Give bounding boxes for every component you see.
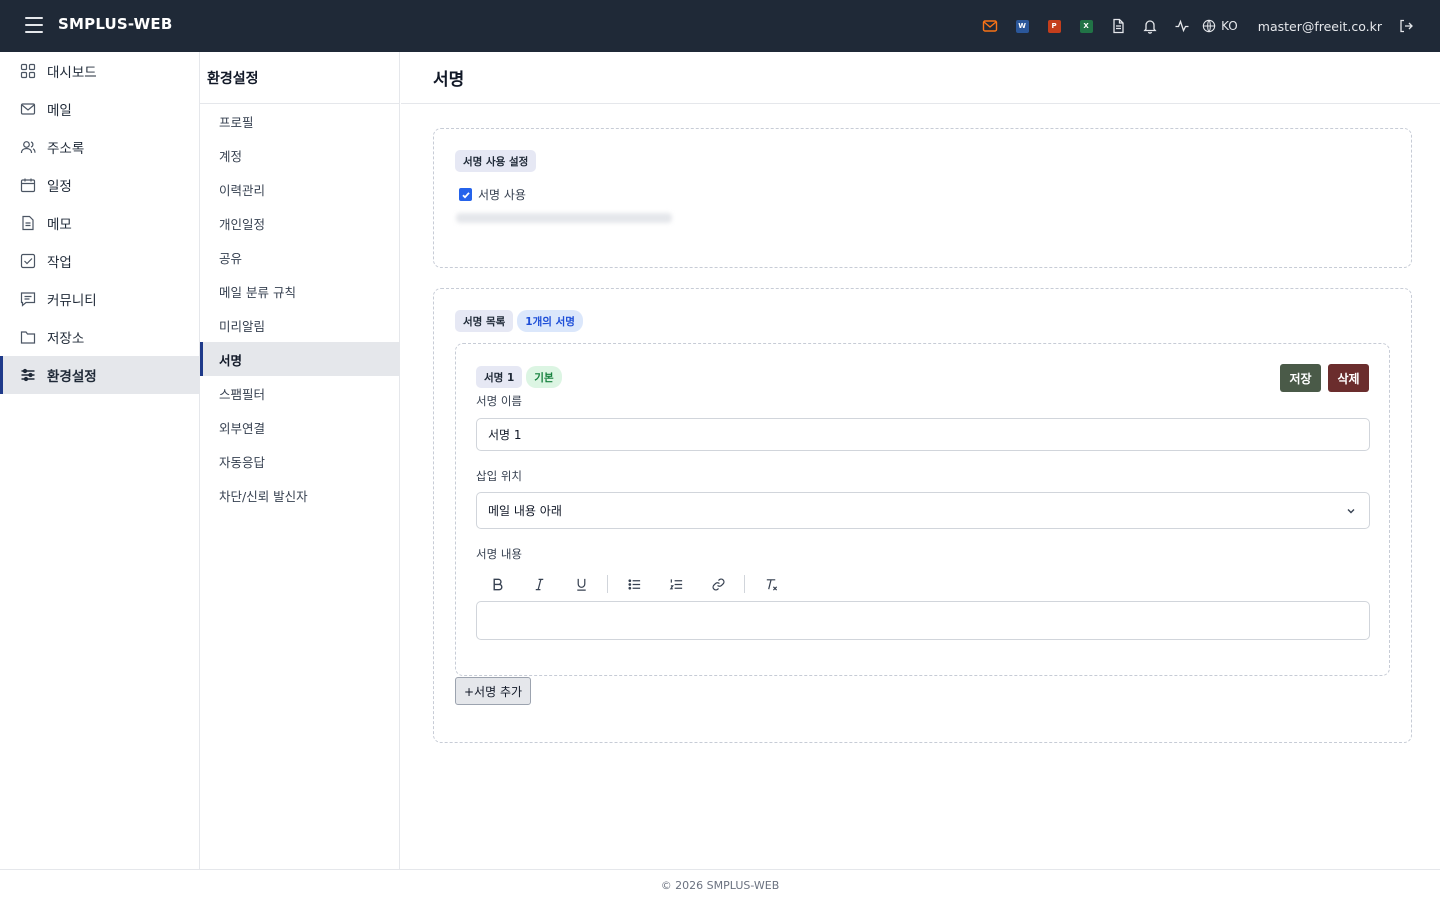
calendar-icon — [20, 177, 36, 193]
submenu-item-auto-reply[interactable]: 자동응답 — [200, 444, 399, 478]
signature-count-badge: 1개의 서명 — [517, 310, 583, 332]
bell-icon[interactable] — [1134, 10, 1166, 42]
sidebar-item-label: 메모 — [47, 217, 72, 233]
hamburger-menu-icon[interactable] — [25, 17, 43, 33]
footer: © 2026 SMPLUS-WEB — [0, 869, 1440, 900]
signature-list-badge: 서명 목록 — [455, 310, 514, 332]
submenu-item-reminders[interactable]: 미리알림 — [200, 308, 399, 342]
sidebar-item-contacts[interactable]: 주소록 — [0, 128, 199, 166]
task-icon — [20, 253, 36, 269]
submenu-item-sharing[interactable]: 공유 — [200, 240, 399, 274]
save-button[interactable]: 저장 — [1280, 364, 1321, 392]
sidebar-item-storage[interactable]: 저장소 — [0, 318, 199, 356]
numbered-list-icon[interactable] — [655, 570, 697, 598]
signature-name-label: 서명 이름 — [476, 394, 522, 408]
italic-icon[interactable] — [518, 570, 560, 598]
settings-submenu: 환경설정 프로필 계정 이력관리 개인일정 공유 메일 분류 규칙 미리알림 서… — [200, 52, 400, 869]
toolbar-separator — [744, 575, 745, 593]
blurred-help-text — [456, 213, 672, 223]
sidebar-item-settings[interactable]: 환경설정 — [0, 356, 199, 394]
bold-icon[interactable] — [476, 570, 518, 598]
globe-icon — [1202, 19, 1216, 33]
submenu-item-blocked-trusted-senders[interactable]: 차단/신뢰 발신자 — [200, 478, 399, 512]
submenu-item-spam-filter[interactable]: 스팸필터 — [200, 376, 399, 410]
submenu-item-history[interactable]: 이력관리 — [200, 172, 399, 206]
sidebar-item-label: 작업 — [47, 255, 72, 271]
folder-icon — [20, 329, 36, 345]
sidebar-item-label: 메일 — [47, 103, 72, 119]
sidebar-item-label: 저장소 — [47, 331, 85, 347]
document-icon[interactable] — [1102, 10, 1134, 42]
language-selector[interactable]: KO — [1202, 19, 1238, 33]
user-email[interactable]: master@freeit.co.kr — [1258, 19, 1382, 34]
community-icon — [20, 291, 36, 307]
signature-name-input[interactable]: 서명 1 — [476, 418, 1370, 451]
sidebar-item-label: 대시보드 — [47, 65, 97, 81]
insert-position-value: 메일 내용 아래 — [488, 504, 562, 518]
powerpoint-icon[interactable]: P — [1038, 10, 1070, 42]
app-title: SMPLUS-WEB — [58, 15, 173, 33]
sidebar-item-label: 환경설정 — [47, 369, 97, 385]
submenu-title: 환경설정 — [200, 52, 399, 104]
submenu-item-personal-schedule[interactable]: 개인일정 — [200, 206, 399, 240]
excel-icon[interactable]: X — [1070, 10, 1102, 42]
logout-icon[interactable] — [1390, 10, 1422, 42]
sidebar-item-mail[interactable]: 메일 — [0, 90, 199, 128]
sidebar-item-label: 커뮤니티 — [47, 293, 97, 309]
sidebar-item-tasks[interactable]: 작업 — [0, 242, 199, 280]
signature-content-label: 서명 내용 — [476, 547, 522, 561]
submenu-item-signature[interactable]: 서명 — [200, 342, 399, 376]
clear-format-icon[interactable] — [750, 570, 792, 598]
editor-toolbar — [476, 570, 792, 598]
insert-position-select[interactable]: 메일 내용 아래 — [476, 492, 1370, 529]
main-content: 서명 서명 사용 설정 서명 사용 서명 목록 1개의 서명 서명 1 기본 저… — [401, 52, 1440, 869]
default-badge: 기본 — [526, 366, 562, 388]
sidebar-item-memo[interactable]: 메모 — [0, 204, 199, 242]
activity-icon[interactable] — [1166, 10, 1198, 42]
signature-list-card: 서명 목록 1개의 서명 서명 1 기본 저장 삭제 서명 이름 서명 1 삽입… — [433, 288, 1412, 743]
signature-item-card: 서명 1 기본 저장 삭제 서명 이름 서명 1 삽입 위치 메일 내용 아래 … — [455, 343, 1390, 676]
submenu-item-mail-rules[interactable]: 메일 분류 규칙 — [200, 274, 399, 308]
settings-sliders-icon — [20, 367, 36, 383]
use-signature-option: 서명 사용 — [459, 186, 526, 203]
dashboard-icon — [20, 63, 36, 79]
top-actions: W P X KO master@freeit.co.kr — [974, 0, 1440, 52]
delete-button[interactable]: 삭제 — [1328, 364, 1369, 392]
mail-icon — [20, 101, 36, 117]
add-signature-button[interactable]: +서명 추가 — [455, 677, 532, 705]
submenu-item-profile[interactable]: 프로필 — [200, 104, 399, 138]
chevron-down-icon — [1347, 509, 1355, 514]
signature-item-header: 서명 1 기본 — [476, 366, 562, 388]
submenu-list: 프로필 계정 이력관리 개인일정 공유 메일 분류 규칙 미리알림 서명 스팸필… — [200, 104, 399, 512]
insert-position-label: 삽입 위치 — [476, 469, 522, 483]
use-signature-label: 서명 사용 — [478, 188, 526, 202]
bullet-list-icon[interactable] — [613, 570, 655, 598]
top-bar: SMPLUS-WEB W P X KO master@freeit.co.kr — [0, 0, 1440, 52]
sidebar-item-label: 일정 — [47, 179, 72, 195]
submenu-item-account[interactable]: 계정 — [200, 138, 399, 172]
signature-list-header: 서명 목록 1개의 서명 — [455, 310, 583, 332]
signature-usage-card: 서명 사용 설정 서명 사용 — [433, 128, 1412, 268]
word-icon[interactable]: W — [1006, 10, 1038, 42]
signature-name-badge: 서명 1 — [476, 366, 523, 388]
language-label: KO — [1221, 19, 1238, 33]
page-header: 서명 — [401, 52, 1440, 104]
memo-icon — [20, 215, 36, 231]
sidebar-item-calendar[interactable]: 일정 — [0, 166, 199, 204]
toolbar-separator — [607, 575, 608, 593]
use-signature-checkbox[interactable] — [459, 188, 472, 201]
link-icon[interactable] — [697, 570, 739, 598]
sidebar: 대시보드 메일 주소록 일정 메모 작업 커뮤니티 저장소 환경설정 — [0, 52, 200, 869]
usage-section-badge: 서명 사용 설정 — [455, 150, 537, 172]
sidebar-item-dashboard[interactable]: 대시보드 — [0, 52, 199, 90]
contacts-icon — [20, 139, 36, 155]
sidebar-item-label: 주소록 — [47, 141, 85, 157]
page-title: 서명 — [433, 70, 465, 90]
mail-icon[interactable] — [974, 10, 1006, 42]
underline-icon[interactable] — [560, 570, 602, 598]
sidebar-item-community[interactable]: 커뮤니티 — [0, 280, 199, 318]
submenu-item-external-connections[interactable]: 외부연결 — [200, 410, 399, 444]
signature-content-editor[interactable] — [476, 601, 1370, 640]
